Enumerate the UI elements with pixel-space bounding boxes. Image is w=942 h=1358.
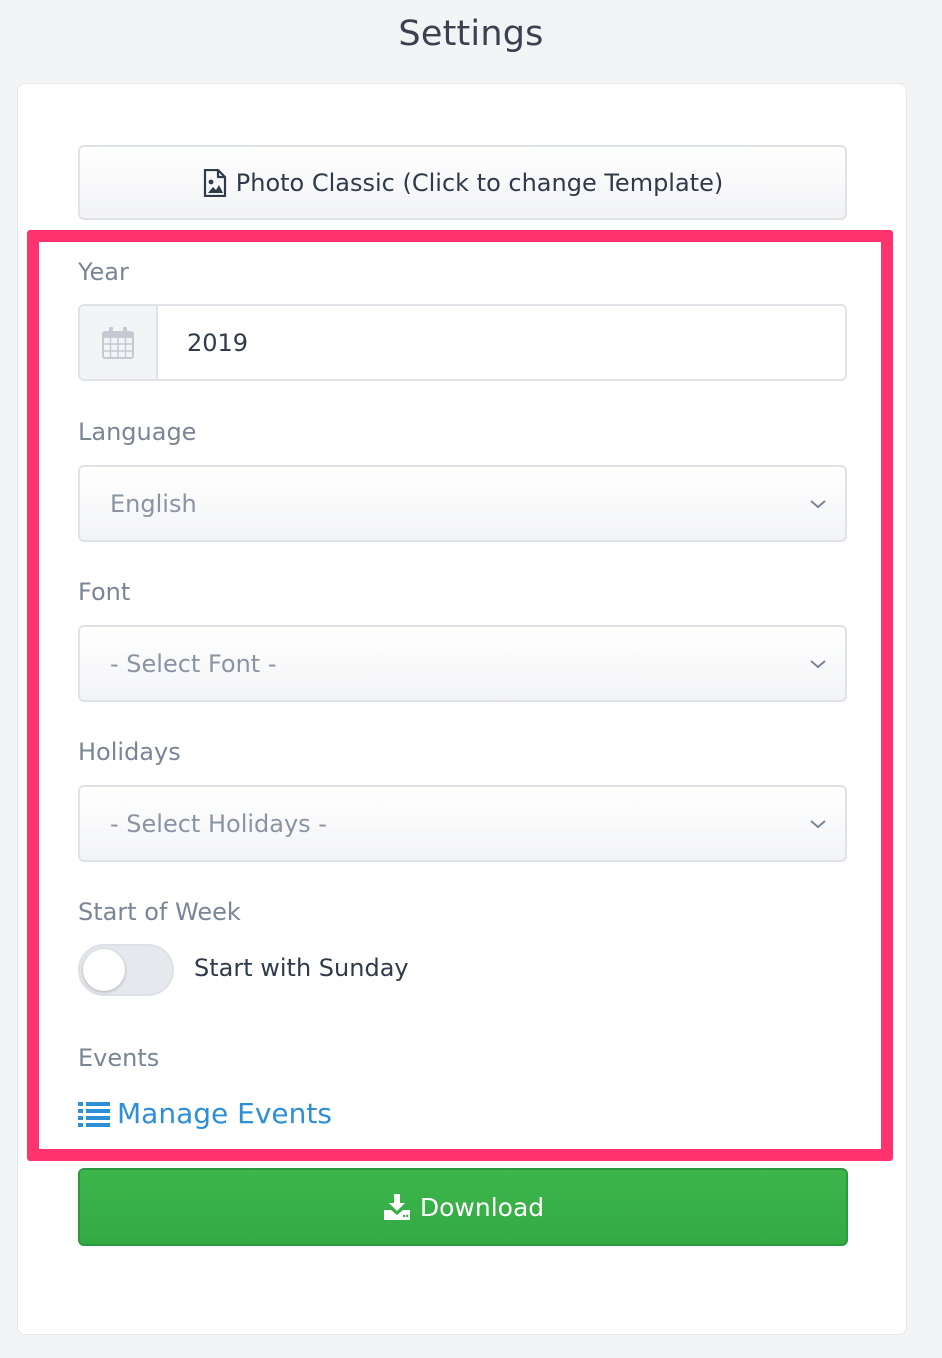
list-icon <box>78 1101 110 1127</box>
change-template-button[interactable]: Photo Classic (Click to change Template) <box>78 145 847 220</box>
font-select[interactable]: - Select Font - <box>78 625 847 702</box>
download-button[interactable]: Download <box>78 1168 848 1246</box>
download-label: Download <box>419 1192 545 1222</box>
change-template-label: Photo Classic (Click to change Template) <box>235 168 724 197</box>
year-input-group <box>78 304 847 381</box>
year-input[interactable] <box>158 306 845 379</box>
page-title: Settings <box>398 14 544 54</box>
holidays-selected-value: - Select Holidays - <box>110 809 327 838</box>
settings-card <box>17 83 907 1335</box>
manage-events-link[interactable]: Manage Events <box>78 1097 332 1130</box>
language-label: Language <box>78 418 197 446</box>
toggle-knob <box>83 949 125 991</box>
download-icon <box>383 1194 410 1220</box>
start-with-sunday-toggle[interactable] <box>78 944 174 996</box>
manage-events-label: Manage Events <box>117 1097 332 1130</box>
year-label: Year <box>78 258 129 286</box>
chevron-down-icon <box>810 659 826 668</box>
year-addon[interactable] <box>80 306 158 379</box>
language-select[interactable]: English <box>78 465 847 542</box>
start-with-sunday-label[interactable]: Start with Sunday <box>194 954 409 982</box>
calendar-icon <box>102 326 134 359</box>
font-label: Font <box>78 578 131 606</box>
language-selected-value: English <box>110 489 197 518</box>
holidays-label: Holidays <box>78 738 181 766</box>
chevron-down-icon <box>810 499 826 508</box>
font-selected-value: - Select Font - <box>110 649 277 678</box>
holidays-select[interactable]: - Select Holidays - <box>78 785 847 862</box>
image-file-icon <box>203 168 226 197</box>
chevron-down-icon <box>810 819 826 828</box>
start-of-week-label: Start of Week <box>78 898 241 926</box>
events-label: Events <box>78 1044 160 1072</box>
